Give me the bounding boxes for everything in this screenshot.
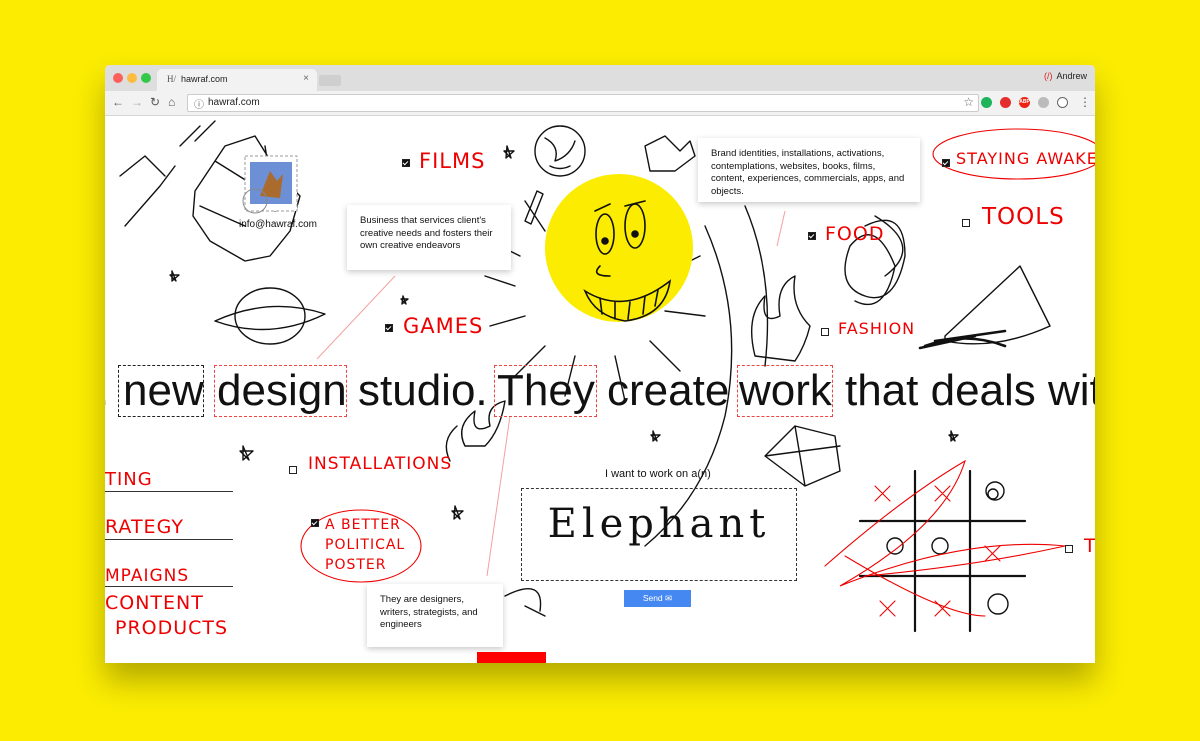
url-text: hawraf.com [208, 97, 260, 108]
profile-button[interactable]: (/) Andrew [1044, 71, 1087, 81]
highlight-box-they [494, 365, 597, 417]
profile-icon: (/) [1043, 71, 1053, 81]
info-icon[interactable]: ⓘ [194, 96, 204, 111]
ext-green-icon[interactable] [981, 97, 992, 108]
menu-item-marketing[interactable]: TING [105, 469, 233, 492]
page-canvas[interactable]: info@hawraf.com Business that services c… [105, 116, 1095, 663]
browser-window: H/ hawraf.com × (/) Andrew ← → ↻ ⌂ ⓘ hawr… [105, 65, 1095, 663]
menu-item-content[interactable]: CONTENT [105, 592, 204, 614]
pencil-doodle [524, 190, 544, 225]
label-fashion[interactable]: FASHION [838, 319, 915, 338]
label-political-poster[interactable]: A BETTER POLITICAL POSTER [325, 515, 405, 575]
back-icon[interactable]: ← [112, 95, 124, 109]
highlight-box-new [118, 365, 204, 417]
bookmark-star-icon[interactable]: ☆ [963, 95, 974, 109]
home-icon[interactable]: ⌂ [168, 95, 175, 109]
label-games[interactable]: GAMES [403, 314, 483, 338]
label-partial[interactable]: T [1084, 535, 1095, 557]
menu-icon[interactable]: ⋮ [1079, 95, 1091, 109]
favicon-icon: H/ [167, 74, 176, 84]
diamond-doodle [764, 425, 841, 487]
ext-opera-icon[interactable] [1000, 97, 1011, 108]
work-input-value: Elephant [547, 501, 771, 547]
forward-icon[interactable]: → [131, 95, 143, 109]
stamp-icon [242, 155, 298, 214]
maximize-window-button[interactable] [141, 73, 151, 83]
work-form-label: I want to work on a(n) [605, 468, 711, 480]
red-block [477, 652, 546, 663]
people-card: They are designers, writers, strategists… [367, 584, 503, 647]
sun-face [545, 174, 693, 322]
checkbox-food[interactable] [808, 232, 816, 240]
send-button[interactable]: Send ✉ [624, 590, 691, 607]
minimize-window-button[interactable] [127, 73, 137, 83]
work-input-box[interactable]: Elephant [521, 488, 797, 581]
tab-hawraf[interactable]: H/ hawraf.com × [157, 69, 317, 91]
hand-doodle [644, 135, 696, 172]
tab-title: hawraf.com [181, 74, 228, 84]
checkbox-fashion[interactable] [821, 328, 829, 336]
checkbox-games[interactable] [385, 324, 393, 332]
menu-item-products[interactable]: PRODUCTS [115, 617, 228, 639]
checkbox-partial[interactable] [1065, 545, 1073, 553]
star-doodle [169, 270, 180, 282]
menu-item-strategy[interactable]: RATEGY [105, 516, 233, 540]
envelope-icon: ✉ [665, 593, 673, 603]
address-bar[interactable]: ⓘ hawraf.com ☆ [187, 94, 979, 112]
checkbox-films[interactable] [402, 159, 410, 167]
tab-bar: H/ hawraf.com × (/) Andrew [105, 65, 1095, 91]
browser-toolbar: ← → ↻ ⌂ ⓘ hawraf.com ☆ ABP ⋮ [105, 91, 1095, 116]
checkbox-installations[interactable] [289, 466, 297, 474]
email-link[interactable]: info@hawraf.com [239, 219, 317, 230]
new-tab-button[interactable] [319, 75, 341, 86]
flame-doodle [750, 275, 811, 362]
label-food[interactable]: FOOD [825, 223, 884, 245]
reload-icon[interactable]: ↻ [150, 95, 160, 109]
close-window-button[interactable] [113, 73, 123, 83]
checkbox-staying-awake[interactable] [942, 159, 950, 167]
label-films[interactable]: FILMS [419, 149, 485, 173]
checkbox-political-poster[interactable] [311, 519, 319, 527]
label-installations[interactable]: INSTALLATIONS [308, 454, 452, 474]
ext-cloud-icon[interactable] [1038, 97, 1049, 108]
ext-info-icon[interactable] [1057, 97, 1068, 108]
planet-doodle [234, 287, 306, 345]
label-staying-awake[interactable]: STAYING AWAKE [956, 149, 1095, 168]
highlight-box-design [214, 365, 347, 417]
tab-close-icon[interactable]: × [303, 73, 309, 84]
checkbox-tools[interactable] [962, 219, 970, 227]
menu-item-campaigns[interactable]: MPAIGNS [105, 564, 233, 587]
work-card: Brand identities, installations, activat… [698, 138, 920, 202]
services-card: Business that services client's creative… [347, 205, 511, 270]
label-tools[interactable]: TOOLS [982, 204, 1065, 230]
ext-abp-icon[interactable]: ABP [1019, 97, 1030, 108]
highlight-box-work [737, 365, 833, 417]
profile-name: Andrew [1056, 71, 1087, 81]
scribble-lines [119, 120, 216, 227]
